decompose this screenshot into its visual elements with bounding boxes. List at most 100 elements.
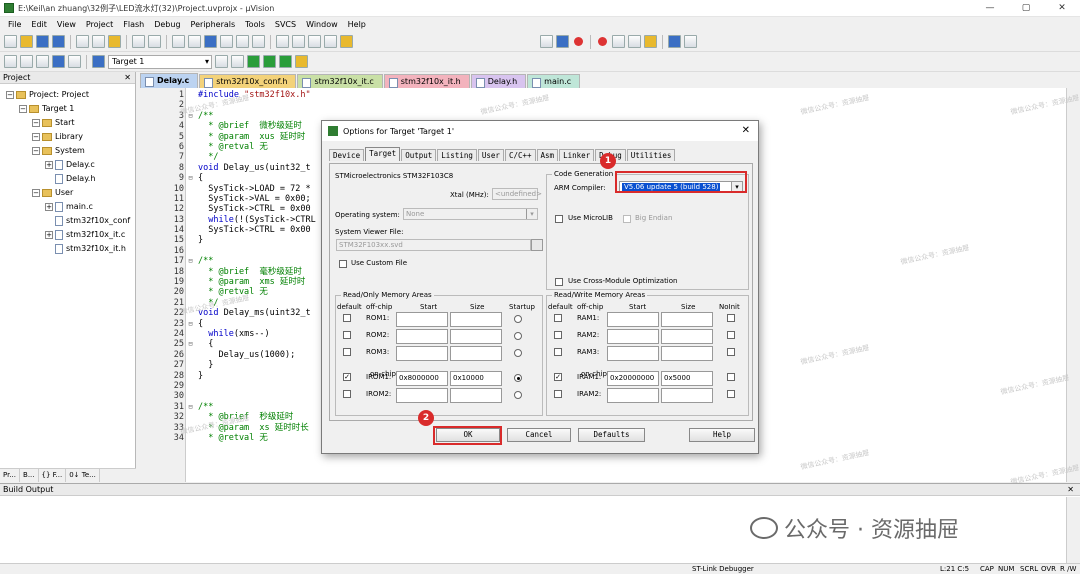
expand-toggle-icon[interactable]: − [6, 91, 14, 99]
dialog-tab-device[interactable]: Device [329, 149, 365, 161]
memory-default-checkbox[interactable] [343, 314, 351, 322]
fold-marker-icon[interactable] [186, 391, 195, 401]
memory-noinit-checkbox[interactable] [727, 314, 735, 322]
memory-start-field[interactable]: 0x8000000 [396, 371, 448, 386]
fold-marker-icon[interactable]: ⊟ [186, 339, 195, 349]
tools-icon[interactable] [684, 35, 697, 48]
fold-marker-icon[interactable]: ⊟ [186, 173, 195, 183]
fold-marker-icon[interactable] [186, 204, 195, 214]
menu-view[interactable]: View [52, 20, 81, 29]
memory-startup-radio[interactable] [514, 391, 522, 399]
menu-tools[interactable]: Tools [240, 20, 270, 29]
window-layout-icon[interactable] [644, 35, 657, 48]
minimize-button[interactable]: — [972, 0, 1008, 16]
open-folder-icon[interactable] [20, 35, 33, 48]
memory-default-checkbox[interactable] [343, 331, 351, 339]
memory-default-checkbox[interactable]: ✓ [343, 373, 351, 381]
undo-icon[interactable] [132, 35, 145, 48]
tree-item[interactable]: + main.c [0, 200, 135, 214]
save-all-icon[interactable] [52, 35, 65, 48]
expand-toggle-icon[interactable]: − [19, 105, 27, 113]
build-output-close-icon[interactable]: ✕ [1067, 484, 1074, 496]
project-pane-tab[interactable]: 0↓ Te... [66, 469, 100, 482]
use-microlib-checkbox[interactable] [555, 215, 563, 223]
unindent-icon[interactable] [292, 35, 305, 48]
config-icon[interactable] [668, 35, 681, 48]
file-extensions-icon[interactable] [231, 55, 244, 68]
tree-item[interactable]: + stm32f10x_it.c [0, 228, 135, 242]
menu-debug[interactable]: Debug [149, 20, 185, 29]
tree-item[interactable]: +Delay.h [0, 172, 135, 186]
memory-size-field[interactable] [450, 388, 502, 403]
tree-item[interactable]: − Library [0, 130, 135, 144]
memory-noinit-checkbox[interactable] [727, 331, 735, 339]
stop-build-icon[interactable] [68, 55, 81, 68]
memory-start-field[interactable] [607, 329, 659, 344]
tree-item[interactable]: − Start [0, 116, 135, 130]
cancel-button[interactable]: Cancel [507, 428, 571, 442]
rebuild-icon[interactable] [36, 55, 49, 68]
memory-startup-radio[interactable] [514, 374, 522, 382]
help-button[interactable]: Help [689, 428, 755, 442]
expand-toggle-icon[interactable]: − [32, 189, 40, 197]
memory-default-checkbox[interactable] [343, 390, 351, 398]
dialog-tab-utilities[interactable]: Utilities [626, 149, 676, 161]
indent-icon[interactable] [276, 35, 289, 48]
dialog-tab-listing[interactable]: Listing [437, 149, 477, 161]
fold-marker-icon[interactable] [186, 287, 195, 297]
big-endian-checkbox[interactable] [623, 215, 631, 223]
bookmark-next-icon[interactable] [236, 35, 249, 48]
project-pane-tab[interactable]: {} F... [39, 469, 67, 482]
cross-module-checkbox[interactable] [555, 278, 563, 286]
translate-icon[interactable] [4, 55, 17, 68]
bookmark-clear-icon[interactable] [252, 35, 265, 48]
memory-noinit-checkbox[interactable] [727, 373, 735, 381]
fold-marker-icon[interactable] [186, 246, 195, 256]
menu-svcs[interactable]: SVCS [270, 20, 301, 29]
fold-marker-icon[interactable] [186, 412, 195, 422]
memory-size-field[interactable] [661, 312, 713, 327]
download-icon[interactable] [92, 55, 105, 68]
batch-build-icon[interactable] [52, 55, 65, 68]
fold-marker-icon[interactable] [186, 184, 195, 194]
fold-marker-icon[interactable] [186, 381, 195, 391]
breakpoint-disable-icon[interactable] [612, 35, 625, 48]
debug-start-icon[interactable] [574, 37, 583, 46]
fold-marker-icon[interactable] [186, 121, 195, 131]
tree-item[interactable]: − Project: Project [0, 88, 135, 102]
memory-start-field[interactable] [607, 388, 659, 403]
memory-size-field[interactable] [661, 346, 713, 361]
tree-item[interactable]: − User [0, 186, 135, 200]
memory-startup-radio[interactable] [514, 332, 522, 340]
fold-marker-icon[interactable] [186, 360, 195, 370]
bookmark-prev-icon[interactable] [220, 35, 233, 48]
project-pane-close-icon[interactable]: ✕ [124, 72, 131, 84]
target-select[interactable]: Target 1 [108, 54, 212, 69]
expand-toggle-icon[interactable]: + [45, 203, 53, 211]
fold-marker-icon[interactable] [186, 90, 195, 100]
menu-edit[interactable]: Edit [26, 20, 52, 29]
save-icon[interactable] [36, 35, 49, 48]
expand-toggle-icon[interactable]: + [45, 231, 53, 239]
memory-size-field[interactable] [661, 329, 713, 344]
close-window-button[interactable]: ✕ [1044, 0, 1080, 16]
memory-default-checkbox[interactable]: ✓ [554, 373, 562, 381]
fold-marker-icon[interactable] [186, 371, 195, 381]
fold-marker-icon[interactable] [186, 329, 195, 339]
tree-item[interactable]: +stm32f10x_it.h [0, 242, 135, 256]
fold-marker-icon[interactable] [186, 225, 195, 235]
fold-marker-icon[interactable] [186, 132, 195, 142]
memory-default-checkbox[interactable] [554, 348, 562, 356]
dialog-tab-user[interactable]: User [477, 149, 504, 161]
redo-icon[interactable] [148, 35, 161, 48]
tree-item[interactable]: + Delay.c [0, 158, 135, 172]
build-icon[interactable] [20, 55, 33, 68]
menu-help[interactable]: Help [343, 20, 371, 29]
file-tab[interactable]: Delay.c [140, 73, 199, 88]
menu-window[interactable]: Window [301, 20, 343, 29]
build-output-scrollbar[interactable] [1066, 497, 1080, 564]
fold-marker-icon[interactable]: ⊟ [186, 256, 195, 266]
memory-start-field[interactable] [607, 346, 659, 361]
fold-marker-icon[interactable] [186, 142, 195, 152]
memory-default-checkbox[interactable] [343, 348, 351, 356]
